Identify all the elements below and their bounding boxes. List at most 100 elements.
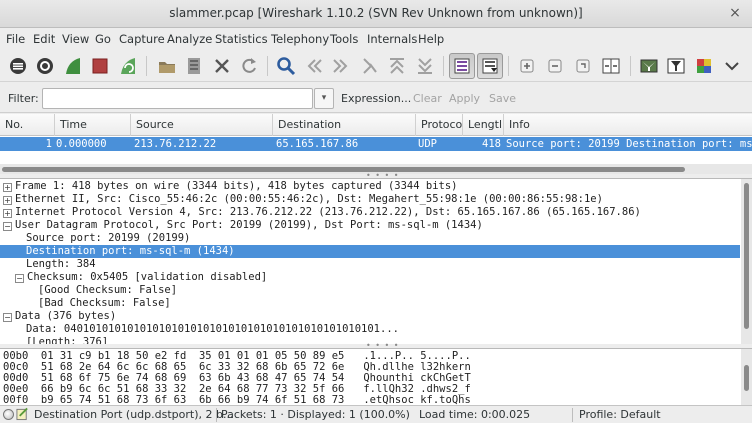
detail-tree-item[interactable]: + Internet Protocol Version 4, Src: 213.7… xyxy=(0,206,740,219)
capture-comment-icon[interactable] xyxy=(16,407,29,421)
menu-tools[interactable]: Tools xyxy=(330,32,358,46)
display-filter-input[interactable] xyxy=(42,88,313,109)
clear-button[interactable]: Clear xyxy=(413,92,442,105)
expert-info-icon[interactable] xyxy=(3,409,14,420)
last-packet-button[interactable] xyxy=(412,53,438,79)
save-file-button[interactable] xyxy=(181,53,207,79)
go-to-packet-button[interactable] xyxy=(356,53,382,79)
menu-telephony[interactable]: Telephony xyxy=(271,32,329,46)
menu-internals[interactable]: Internals xyxy=(367,32,417,46)
capture-filters-button[interactable] xyxy=(636,53,662,79)
start-capture-icon xyxy=(66,58,80,74)
scrollbar-thumb[interactable] xyxy=(744,365,749,391)
packet-source: 213.76.212.22 xyxy=(134,138,217,150)
packet-row[interactable]: 1 0.000000 213.76.212.22 65.165.167.86 U… xyxy=(0,137,752,151)
column-header-info[interactable]: Info xyxy=(504,114,752,136)
menu-edit[interactable]: Edit xyxy=(33,32,55,46)
resize-columns-button[interactable] xyxy=(598,53,624,79)
details-vertical-scrollbar[interactable] xyxy=(741,179,752,344)
detail-tree-item[interactable]: + Ethernet II, Src: Cisco_55:46:2c (00:00… xyxy=(0,193,740,206)
auto-scroll-icon xyxy=(482,58,498,74)
column-header-destination[interactable]: Destination xyxy=(273,114,416,136)
expand-toggle-icon[interactable]: + xyxy=(3,209,12,218)
bytes-vertical-scrollbar[interactable] xyxy=(741,349,752,405)
normal-size-button[interactable] xyxy=(570,53,596,79)
menu-go[interactable]: Go xyxy=(95,32,111,46)
colorize-button[interactable] xyxy=(449,53,475,79)
reload-button[interactable] xyxy=(236,53,262,79)
find-packet-button[interactable] xyxy=(273,53,299,79)
packet-bytes-pane: 00b0 01 31 c9 b1 18 50 e2 fd 35 01 01 01… xyxy=(0,348,752,405)
capture-options-button[interactable] xyxy=(32,53,58,79)
restart-capture-button[interactable] xyxy=(115,53,141,79)
collapse-toggle-icon[interactable]: − xyxy=(3,313,12,322)
detail-tree-item[interactable]: [Bad Checksum: False] xyxy=(0,297,740,310)
coloring-rules-icon xyxy=(697,59,711,73)
go-forward-button[interactable] xyxy=(328,53,354,79)
stop-capture-button[interactable] xyxy=(87,53,113,79)
detail-tree-item[interactable]: [Good Checksum: False] xyxy=(0,284,740,297)
menu-view[interactable]: View xyxy=(62,32,89,46)
menu-file[interactable]: File xyxy=(6,32,25,46)
toolbar-separator xyxy=(630,56,631,76)
status-profile[interactable]: Profile: Default xyxy=(579,408,661,421)
filter-bar: Filter: ▾ Expression... Clear Apply Save xyxy=(0,83,752,113)
preferences-button[interactable] xyxy=(719,53,745,79)
save-filter-button[interactable]: Save xyxy=(489,92,516,105)
menu-help[interactable]: Help xyxy=(418,32,444,46)
interface-list-button[interactable] xyxy=(5,53,31,79)
packet-info: Source port: 20199 Destination port: ms-… xyxy=(506,138,752,150)
collapse-toggle-icon[interactable]: − xyxy=(15,274,24,283)
collapse-toggle-icon[interactable]: − xyxy=(3,222,12,231)
detail-tree-item-label: [Good Checksum: False] xyxy=(38,284,178,296)
detail-tree-item[interactable]: Source port: 20199 (20199) xyxy=(0,232,740,245)
packet-no: 1 xyxy=(45,138,52,150)
start-capture-button[interactable] xyxy=(60,53,86,79)
coloring-rules-button[interactable] xyxy=(691,53,717,79)
expression-button[interactable]: Expression... xyxy=(341,92,411,105)
expand-toggle-icon[interactable]: + xyxy=(3,183,12,192)
column-header-time[interactable]: Time xyxy=(55,114,131,136)
display-filters-button[interactable] xyxy=(663,53,689,79)
detail-tree-item[interactable]: − User Datagram Protocol, Src Port: 20199… xyxy=(0,219,740,232)
detail-tree-item[interactable]: Destination port: ms-sql-m (1434) xyxy=(0,245,740,258)
toolbar-separator xyxy=(508,56,509,76)
column-header-length[interactable]: Lengtl xyxy=(463,114,504,136)
column-header-protocol[interactable]: Protoco xyxy=(416,114,463,136)
first-packet-icon xyxy=(390,58,404,74)
normal-size-icon xyxy=(576,59,590,73)
menu-analyze[interactable]: Analyze xyxy=(167,32,212,46)
go-back-button[interactable] xyxy=(301,53,327,79)
detail-tree-item[interactable]: Length: 384 xyxy=(0,258,740,271)
zoom-out-button[interactable] xyxy=(542,53,568,79)
toolbar-separator xyxy=(267,56,268,76)
expand-toggle-icon[interactable]: + xyxy=(3,196,12,205)
capture-options-icon xyxy=(37,58,53,74)
resize-columns-icon xyxy=(602,58,620,74)
close-file-button[interactable] xyxy=(209,53,235,79)
scrollbar-thumb[interactable] xyxy=(2,167,685,172)
auto-scroll-button[interactable] xyxy=(477,53,503,79)
zoom-in-button[interactable] xyxy=(514,53,540,79)
filter-history-dropdown[interactable]: ▾ xyxy=(314,88,334,109)
column-header-no[interactable]: No. xyxy=(0,114,55,136)
open-file-button[interactable] xyxy=(154,53,180,79)
detail-tree-item[interactable]: + Frame 1: 418 bytes on wire (3344 bits),… xyxy=(0,180,740,193)
status-field-info: Destination Port (udp.dstport), 2 b... xyxy=(34,408,234,421)
apply-button[interactable]: Apply xyxy=(449,92,480,105)
detail-tree-item[interactable]: Data: 0401010101010101010101010101010101… xyxy=(0,323,740,336)
status-load-time: Load time: 0:00.025 xyxy=(419,408,531,421)
detail-tree-item-label: Data (376 bytes) xyxy=(15,310,117,322)
menu-capture[interactable]: Capture xyxy=(119,32,165,46)
first-packet-button[interactable] xyxy=(384,53,410,79)
hex-row[interactable]: 00f0 b9 65 74 51 68 73 6f 63 6b 66 b9 74… xyxy=(3,395,471,406)
last-packet-icon xyxy=(418,58,432,74)
detail-tree-item[interactable]: − Checksum: 0x5405 [validation disabled] xyxy=(0,271,740,284)
detail-tree-item[interactable]: − Data (376 bytes) xyxy=(0,310,740,323)
column-header-source[interactable]: Source xyxy=(131,114,273,136)
title-bar: slammer.pcap [Wireshark 1.10.2 (SVN Rev … xyxy=(0,0,752,28)
menu-statistics[interactable]: Statistics xyxy=(215,32,268,46)
status-separator xyxy=(216,408,217,422)
scrollbar-thumb[interactable] xyxy=(744,183,749,329)
close-window-button[interactable]: × xyxy=(727,5,743,21)
